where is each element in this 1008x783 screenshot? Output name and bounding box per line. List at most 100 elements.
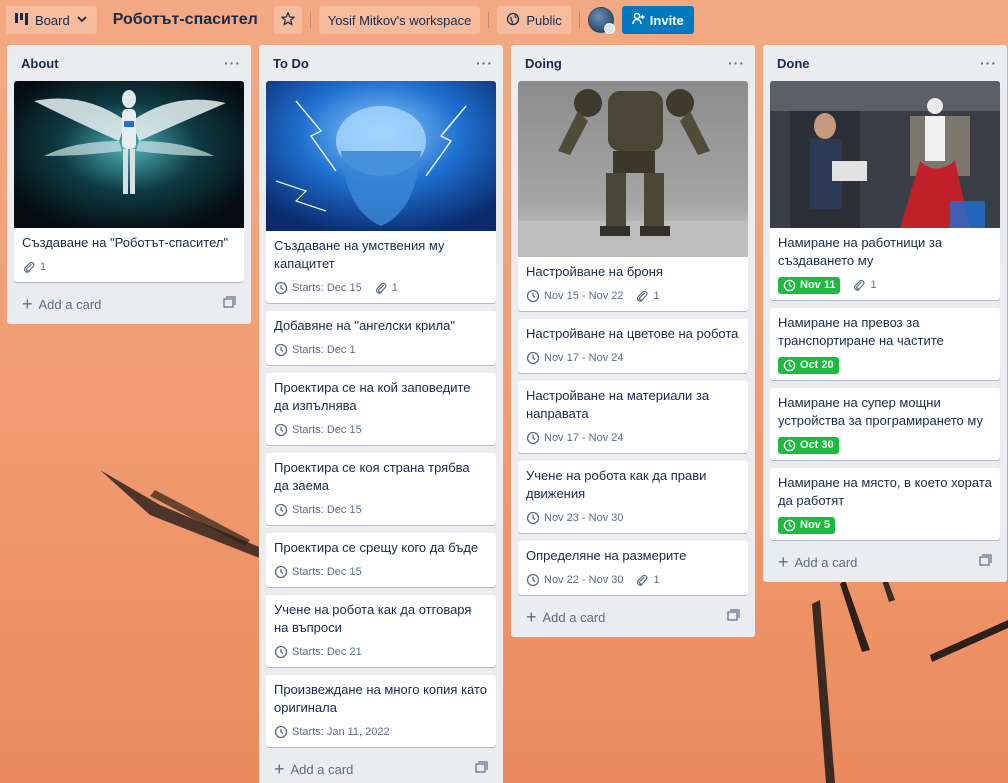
start-date-badge: Starts: Dec 15	[274, 281, 362, 295]
card-title: Добавяне на "ангелски крила"	[274, 318, 455, 333]
clock-icon	[526, 289, 540, 303]
card[interactable]: Учене на робота как да прави движения No…	[518, 461, 748, 533]
attachment-count: 1	[653, 290, 660, 302]
start-date-badge: Starts: Dec 15	[274, 503, 362, 517]
card[interactable]: Намиране на работници за създаването му …	[770, 81, 1000, 300]
list-title[interactable]: Done	[777, 56, 810, 71]
attachment-badge: 1	[635, 289, 660, 303]
due-date-text: Oct 20	[800, 359, 834, 371]
due-date-badge[interactable]: Nov 5	[778, 516, 835, 534]
clock-icon	[274, 503, 288, 517]
list-title[interactable]: To Do	[273, 56, 309, 71]
start-date-text: Starts: Dec 21	[292, 646, 362, 658]
add-card-button[interactable]: + Add a card	[770, 548, 1000, 576]
board-view-switcher[interactable]: Board	[6, 6, 97, 34]
card-title: Учене на робота как да прави движения	[526, 468, 707, 501]
card[interactable]: Учене на робота как да отговаря на въпро…	[266, 595, 496, 667]
card[interactable]: Настройване на броня Nov 15 - Nov 22 1	[518, 81, 748, 311]
paperclip-icon	[637, 290, 649, 302]
card[interactable]: Намиране на място, в което хората да раб…	[770, 468, 1000, 540]
invite-button[interactable]: Invite	[621, 6, 694, 34]
start-date-badge: Starts: Jan 11, 2022	[274, 725, 390, 739]
card-title: Намиране на превоз за транспортиране на …	[778, 315, 944, 348]
avatar[interactable]	[587, 7, 615, 34]
date-range-text: Nov 23 - Nov 30	[544, 512, 624, 524]
start-date-text: Starts: Jan 11, 2022	[292, 726, 390, 738]
add-card-label: Add a card	[794, 554, 858, 570]
start-date-badge: Starts: Dec 15	[274, 565, 362, 579]
due-date-badge[interactable]: Oct 20	[778, 356, 839, 374]
attachment-count: 1	[391, 282, 398, 294]
date-range-badge: Nov 17 - Nov 24	[526, 351, 623, 365]
list-title[interactable]: About	[21, 56, 59, 71]
card-title: Настройване на цветове на робота	[526, 326, 739, 341]
add-card-label: Add a card	[542, 609, 606, 625]
plus-icon: +	[274, 759, 285, 779]
list-menu-button[interactable]: ···	[476, 55, 493, 71]
list-menu-button[interactable]: ···	[980, 55, 997, 71]
header-divider	[488, 12, 490, 28]
create-from-template-icon[interactable]	[979, 554, 992, 570]
card[interactable]: Намиране на супер мощни устройства за пр…	[770, 388, 1000, 460]
card-title: Намиране на работници за създаването му	[778, 235, 943, 268]
list-menu-button[interactable]: ···	[224, 55, 241, 71]
due-date-badge[interactable]: Nov 11	[778, 276, 841, 294]
create-from-template-icon[interactable]	[475, 761, 488, 777]
paperclip-icon	[854, 279, 866, 291]
card[interactable]: Добавяне на "ангелски крила" Starts: Dec…	[266, 311, 496, 365]
board-view-label: Board	[35, 12, 70, 28]
clock-icon	[274, 281, 288, 295]
board-title[interactable]: Роботът-спасител	[105, 11, 266, 29]
card[interactable]: Определяне на размерите Nov 22 - Nov 30 …	[518, 541, 748, 595]
add-card-label: Add a card	[38, 296, 102, 312]
date-range-text: Nov 22 - Nov 30	[544, 574, 624, 586]
date-range-badge: Nov 22 - Nov 30	[526, 573, 623, 587]
due-date-text: Nov 11	[800, 279, 836, 291]
list-header: Doing ···	[511, 45, 755, 81]
add-card-button[interactable]: + Add a card	[266, 755, 496, 783]
card-cover-image	[266, 81, 496, 231]
date-range-badge: Nov 15 - Nov 22	[526, 289, 623, 303]
card[interactable]: Създаване на умствения му капацитет Star…	[266, 81, 496, 303]
clock-icon	[783, 279, 796, 291]
add-card-button[interactable]: + Add a card	[14, 290, 244, 318]
card-title: Настройване на материали за направата	[526, 388, 710, 421]
start-date-text: Starts: Dec 15	[292, 282, 362, 294]
card[interactable]: Проектира се срещу кого да бъде Starts: …	[266, 533, 496, 587]
card[interactable]: Проектира се коя страна трябва да заема …	[266, 453, 496, 525]
attachment-count: 1	[40, 261, 47, 273]
card[interactable]: Произвеждане на много копия като оригина…	[266, 675, 496, 747]
start-date-badge: Starts: Dec 1	[274, 343, 356, 357]
visibility-button[interactable]: Public	[497, 6, 571, 34]
paperclip-icon	[375, 282, 387, 294]
list-menu-button[interactable]: ···	[728, 55, 745, 71]
card-title: Проектира се срещу кого да бъде	[274, 540, 479, 555]
create-from-template-icon[interactable]	[223, 296, 236, 312]
card[interactable]: Настройване на цветове на робота Nov 17 …	[518, 319, 748, 373]
list-doing: Doing ··· Настройване на броня Nov 15 - …	[511, 45, 755, 637]
paperclip-icon	[23, 261, 35, 273]
list-title[interactable]: Doing	[525, 56, 562, 71]
date-range-badge: Nov 17 - Nov 24	[526, 431, 623, 445]
workspace-button[interactable]: Yosif Mitkov's workspace	[318, 6, 481, 34]
clock-icon	[274, 725, 288, 739]
attachment-badge: 1	[374, 281, 398, 295]
plus-icon: +	[22, 294, 33, 314]
card[interactable]: Проектира се на кой заповедите да изпълн…	[266, 373, 496, 445]
card[interactable]: Създаване на "Роботът-спасител" 1	[14, 81, 244, 282]
board-header: Board Роботът-спасител Yosif Mitkov's wo…	[0, 0, 1008, 40]
list-to-do: To Do ··· Създаване на умствения му капа…	[259, 45, 503, 783]
card-title: Проектира се коя страна трябва да заема	[274, 460, 470, 493]
create-from-template-icon[interactable]	[727, 609, 740, 625]
clock-icon	[783, 359, 796, 371]
clock-icon	[783, 519, 796, 531]
star-icon	[280, 11, 296, 29]
attachment-badge: 1	[22, 260, 46, 274]
star-button[interactable]	[273, 6, 302, 34]
add-user-icon	[631, 12, 645, 28]
card[interactable]: Настройване на материали за направата No…	[518, 381, 748, 453]
globe-icon	[506, 12, 520, 29]
add-card-button[interactable]: + Add a card	[518, 603, 748, 631]
due-date-badge[interactable]: Oct 30	[778, 436, 839, 454]
card[interactable]: Намиране на превоз за транспортиране на …	[770, 308, 1000, 380]
